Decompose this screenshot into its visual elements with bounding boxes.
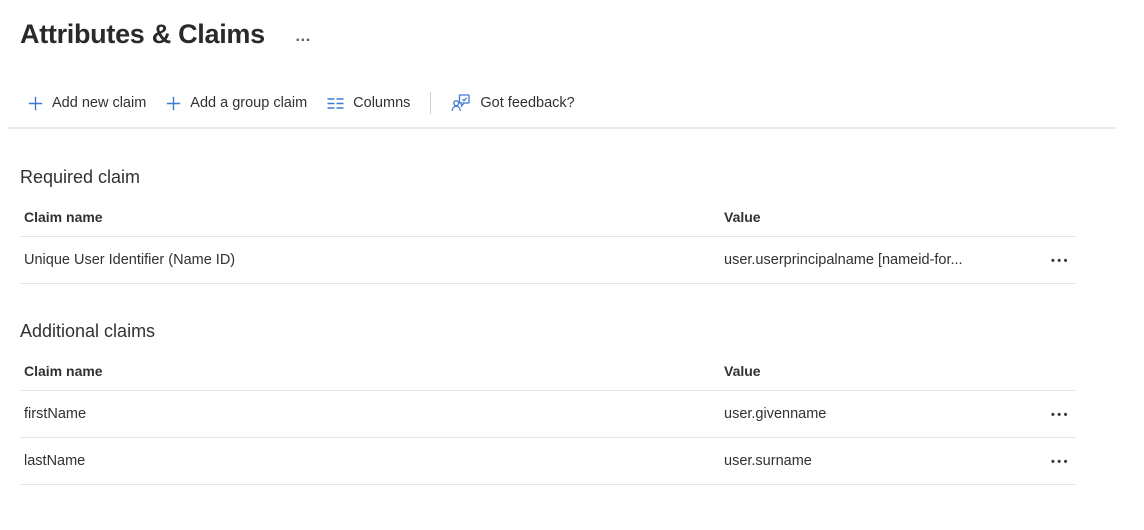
table-row[interactable]: Unique User Identifier (Name ID) user.us… bbox=[20, 237, 1076, 284]
claim-name-cell[interactable]: Unique User Identifier (Name ID) bbox=[20, 252, 720, 268]
attributes-claims-page: Attributes & Claims … Add new claim Add … bbox=[0, 0, 1144, 485]
table-row[interactable]: firstName user.givenname ••• bbox=[20, 391, 1076, 438]
columns-label: Columns bbox=[353, 95, 410, 111]
got-feedback-button[interactable]: Got feedback? bbox=[441, 89, 584, 117]
column-header-value[interactable]: Value bbox=[720, 363, 1026, 379]
table-row[interactable]: lastName user.surname ••• bbox=[20, 438, 1076, 485]
page-title: Attributes & Claims bbox=[20, 19, 265, 50]
row-context-menu-icon[interactable]: ••• bbox=[1049, 456, 1072, 468]
claim-value-cell[interactable]: user.givenname bbox=[720, 406, 1026, 422]
column-header-claim-name[interactable]: Claim name bbox=[20, 363, 720, 379]
required-claims-table: Claim name Value Unique User Identifier … bbox=[20, 197, 1076, 284]
row-context-menu-icon[interactable]: ••• bbox=[1049, 255, 1072, 267]
feedback-person-icon bbox=[451, 93, 471, 113]
row-menu-cell: ••• bbox=[1026, 453, 1076, 469]
row-context-menu-icon[interactable]: ••• bbox=[1049, 409, 1072, 421]
add-new-claim-label: Add new claim bbox=[52, 95, 146, 111]
additional-claims-table: Claim name Value firstName user.givennam… bbox=[20, 351, 1076, 485]
plus-icon bbox=[28, 96, 43, 111]
toolbar-separator bbox=[430, 92, 431, 114]
columns-icon bbox=[327, 97, 344, 110]
claim-name-cell[interactable]: firstName bbox=[20, 406, 720, 422]
claim-value-cell[interactable]: user.userprincipalname [nameid-for... bbox=[720, 252, 1026, 268]
add-group-claim-label: Add a group claim bbox=[190, 95, 307, 111]
table-header-row: Claim name Value bbox=[20, 197, 1076, 237]
row-menu-cell: ••• bbox=[1026, 252, 1076, 268]
additional-claims-heading: Additional claims bbox=[20, 321, 1124, 342]
plus-icon bbox=[166, 96, 181, 111]
table-header-row: Claim name Value bbox=[20, 351, 1076, 391]
columns-button[interactable]: Columns bbox=[317, 91, 420, 115]
column-header-value[interactable]: Value bbox=[720, 209, 1026, 225]
command-bar: Add new claim Add a group claim Columns bbox=[18, 86, 1124, 120]
row-menu-cell: ••• bbox=[1026, 406, 1076, 422]
page-header: Attributes & Claims … bbox=[20, 14, 1124, 54]
got-feedback-label: Got feedback? bbox=[480, 95, 574, 111]
claim-name-cell[interactable]: lastName bbox=[20, 453, 720, 469]
claim-value-cell[interactable]: user.surname bbox=[720, 453, 1026, 469]
column-header-claim-name[interactable]: Claim name bbox=[20, 209, 720, 225]
required-claim-heading: Required claim bbox=[20, 167, 1124, 188]
more-options-icon[interactable]: … bbox=[291, 30, 316, 44]
add-group-claim-button[interactable]: Add a group claim bbox=[156, 91, 317, 115]
add-new-claim-button[interactable]: Add new claim bbox=[18, 91, 156, 115]
toolbar-divider bbox=[8, 127, 1116, 129]
